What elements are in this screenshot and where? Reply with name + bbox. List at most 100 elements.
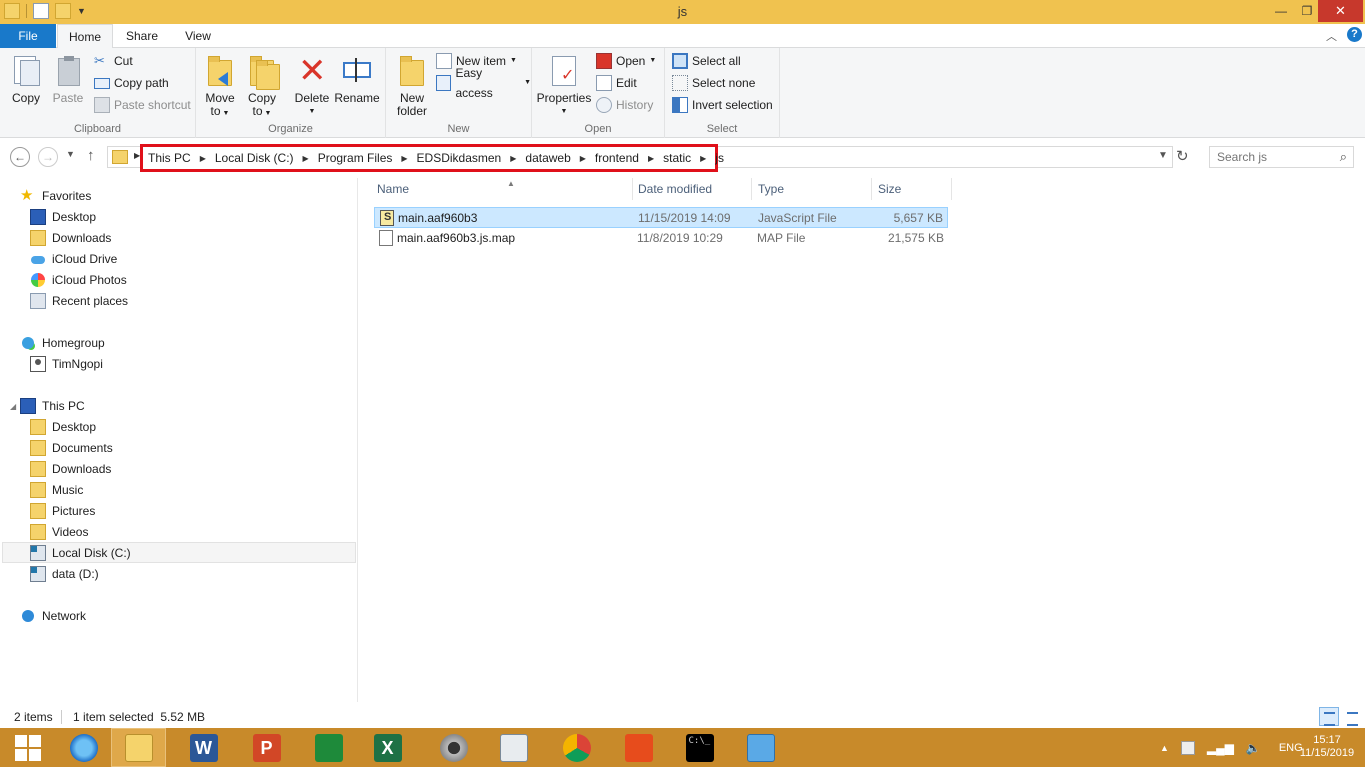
file-row[interactable]: main.aaf960b3 11/15/2019 14:09 JavaScrip… [374, 207, 948, 228]
column-header-date[interactable]: Date modified [632, 178, 752, 200]
column-header-type[interactable]: Type [752, 178, 872, 200]
column-header-size[interactable]: Size [872, 178, 952, 200]
column-header-name[interactable]: Name ▲ [371, 178, 633, 200]
nav-pc-data-drive[interactable]: data (D:) [30, 563, 99, 584]
nav-fav-desktop[interactable]: Desktop [30, 206, 96, 227]
back-button[interactable]: ← [10, 147, 30, 167]
start-button[interactable] [0, 728, 55, 767]
taskbar-chrome[interactable] [549, 728, 604, 767]
nav-fav-recent-places[interactable]: Recent places [30, 290, 128, 311]
taskbar-project[interactable] [301, 728, 356, 767]
chevron-right-icon[interactable]: ▶ [648, 154, 654, 163]
nav-fav-icloud-drive[interactable]: iCloud Drive [30, 248, 117, 269]
nav-homegroup[interactable]: Homegroup [20, 332, 105, 353]
javascript-file-icon [380, 210, 394, 226]
project-icon [314, 733, 343, 762]
nav-label: Videos [52, 524, 89, 539]
easy-access-button[interactable]: Easy access ▼ [436, 66, 531, 100]
crumb-static[interactable]: static [663, 151, 691, 165]
crumb-js[interactable]: js [715, 151, 724, 165]
taskbar-document-viewer[interactable] [486, 728, 541, 767]
rename-button[interactable]: Rename [334, 54, 380, 105]
search-box[interactable]: ⌕ [1209, 146, 1354, 168]
nav-this-pc[interactable]: This PC [20, 395, 85, 416]
action-center-icon[interactable] [1180, 740, 1195, 755]
nav-favorites[interactable]: ★ Favorites [20, 185, 91, 206]
move-to-button[interactable]: Move to ▼ [202, 54, 238, 120]
taskbar-internet-explorer[interactable] [56, 728, 111, 767]
file-row[interactable]: main.aaf960b3.js.map 11/8/2019 10:29 MAP… [374, 228, 948, 249]
nav-pc-music[interactable]: Music [30, 479, 83, 500]
crumb-program-files[interactable]: Program Files [318, 151, 393, 165]
taskbar-powerpoint[interactable]: P [239, 728, 294, 767]
taskbar-word[interactable]: W [176, 728, 231, 767]
show-hidden-icons-icon[interactable]: ▲ [1160, 743, 1169, 753]
tab-home[interactable]: Home [57, 24, 113, 49]
nav-network[interactable]: Network [20, 605, 86, 626]
collapse-ribbon-icon[interactable]: ︿ [1326, 28, 1337, 44]
nav-pc-videos[interactable]: Videos [30, 521, 88, 542]
crumb-edsdikdasmen[interactable]: EDSDikdasmen [417, 151, 502, 165]
nav-home-user[interactable]: TimNgopi [30, 353, 103, 374]
nav-fav-downloads[interactable]: Downloads [30, 227, 111, 248]
copy-label: Copy [11, 91, 40, 105]
select-all-button[interactable]: Select all [672, 51, 741, 71]
chevron-right-icon[interactable]: ▶ [580, 154, 586, 163]
delete-button[interactable]: ✕ Delete ▼ [292, 54, 332, 118]
crumb-this-pc[interactable]: This PC [148, 151, 191, 165]
details-view-button[interactable] [1319, 707, 1339, 726]
taskbar-command-prompt[interactable]: C:\_ [672, 728, 727, 767]
invert-selection-button[interactable]: Invert selection [672, 95, 773, 115]
select-none-button[interactable]: Select none [672, 73, 755, 93]
crumb-local-disk[interactable]: Local Disk (C:) [215, 151, 294, 165]
nav-pc-documents[interactable]: Documents [30, 437, 113, 458]
crumb-dataweb[interactable]: dataweb [525, 151, 570, 165]
copy-to-button[interactable]: Copy to ▼ [244, 54, 280, 120]
taskbar-webcam[interactable] [426, 728, 481, 767]
clock[interactable]: 15:17 11/15/2019 [1294, 734, 1360, 760]
network-signal-icon[interactable]: ▂▄▆ [1207, 741, 1234, 755]
minimize-button[interactable]: — [1268, 0, 1294, 22]
close-button[interactable]: ✕ [1318, 0, 1363, 22]
taskbar-excel[interactable]: X [360, 728, 415, 767]
cut-button[interactable]: ✂ Cut [94, 51, 133, 71]
refresh-button[interactable]: ↻ [1176, 147, 1189, 165]
paste-button[interactable]: Paste [50, 54, 86, 105]
tab-view[interactable]: View [172, 24, 224, 48]
chevron-right-icon[interactable]: ▶ [303, 154, 309, 163]
taskbar-office[interactable] [611, 728, 666, 767]
forward-button[interactable]: → [38, 147, 58, 167]
new-folder-button[interactable]: New folder [392, 54, 432, 118]
history-button[interactable]: History [596, 95, 653, 115]
paste-shortcut-button[interactable]: Paste shortcut [94, 95, 191, 115]
tab-share[interactable]: Share [114, 24, 170, 48]
nav-fav-icloud-photos[interactable]: iCloud Photos [30, 269, 127, 290]
crumb-frontend[interactable]: frontend [595, 151, 639, 165]
chevron-right-icon[interactable]: ▶ [200, 154, 206, 163]
chevron-right-icon[interactable]: ▶ [401, 154, 407, 163]
select-all-icon [672, 53, 688, 69]
copy-button[interactable]: Copy [8, 54, 44, 105]
open-button[interactable]: Open ▼ [596, 51, 656, 71]
taskbar-control-panel[interactable] [733, 728, 788, 767]
maximize-button[interactable]: ❐ [1294, 0, 1320, 22]
nav-pc-local-disk[interactable]: Local Disk (C:) [2, 542, 356, 563]
tab-file[interactable]: File [0, 24, 56, 48]
large-icons-view-button[interactable] [1342, 707, 1362, 726]
search-input[interactable] [1217, 150, 1327, 164]
nav-pc-downloads[interactable]: Downloads [30, 458, 111, 479]
taskbar-file-explorer[interactable] [111, 728, 166, 767]
help-icon[interactable]: ? [1347, 27, 1362, 42]
up-button[interactable]: ↑ [87, 147, 95, 164]
copy-path-button[interactable]: Copy path [94, 73, 169, 93]
edit-button[interactable]: Edit [596, 73, 637, 93]
chevron-down-icon[interactable]: ◢ [10, 402, 16, 411]
nav-pc-pictures[interactable]: Pictures [30, 500, 95, 521]
chevron-down-icon[interactable]: ▼ [1158, 150, 1168, 161]
chevron-right-icon[interactable]: ▶ [510, 154, 516, 163]
volume-muted-icon[interactable]: 🔈 [1246, 741, 1261, 755]
recent-locations-icon[interactable]: ▼ [66, 149, 75, 159]
chevron-right-icon[interactable]: ▶ [700, 154, 706, 163]
nav-pc-desktop[interactable]: Desktop [30, 416, 96, 437]
properties-button[interactable]: Properties ▼ [536, 54, 592, 118]
